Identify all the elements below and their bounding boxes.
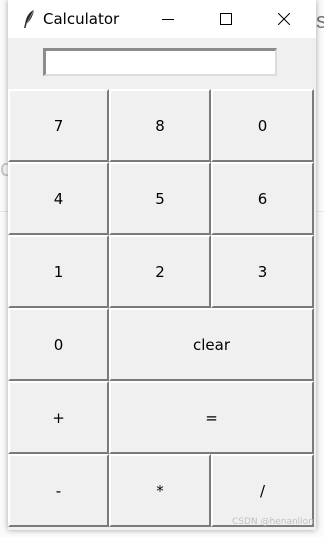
clear-button[interactable]: clear [109,308,314,381]
background-text-fragment-left: c [0,156,8,182]
key-1-button[interactable]: 1 [8,235,109,308]
key-8-button[interactable]: 8 [109,89,211,162]
maximize-button[interactable] [203,0,249,38]
equals-button[interactable]: = [109,381,314,454]
background-text-fragment-right: s [316,8,324,33]
multiply-button[interactable]: * [109,454,211,527]
title-bar[interactable]: Calculator [8,0,316,38]
calculator-window: Calculator 7 8 0 4 5 6 1 2 3 0 clear + =… [8,0,316,530]
watermark-text: CSDN @henanlion [232,517,314,527]
feather-icon [22,9,38,29]
key-2-button[interactable]: 2 [109,235,211,308]
minimize-icon [162,19,174,20]
key-0-top-button[interactable]: 0 [211,89,314,162]
plus-button[interactable]: + [8,381,109,454]
close-button[interactable] [261,0,307,38]
window-title: Calculator [43,10,120,28]
minus-button[interactable]: - [8,454,109,527]
key-0-button[interactable]: 0 [8,308,109,381]
display-input[interactable] [43,48,277,76]
close-icon [278,13,290,25]
key-5-button[interactable]: 5 [109,162,211,235]
key-7-button[interactable]: 7 [8,89,109,162]
key-3-button[interactable]: 3 [211,235,314,308]
maximize-icon [220,13,232,25]
key-4-button[interactable]: 4 [8,162,109,235]
key-6-button[interactable]: 6 [211,162,314,235]
minimize-button[interactable] [145,0,191,38]
